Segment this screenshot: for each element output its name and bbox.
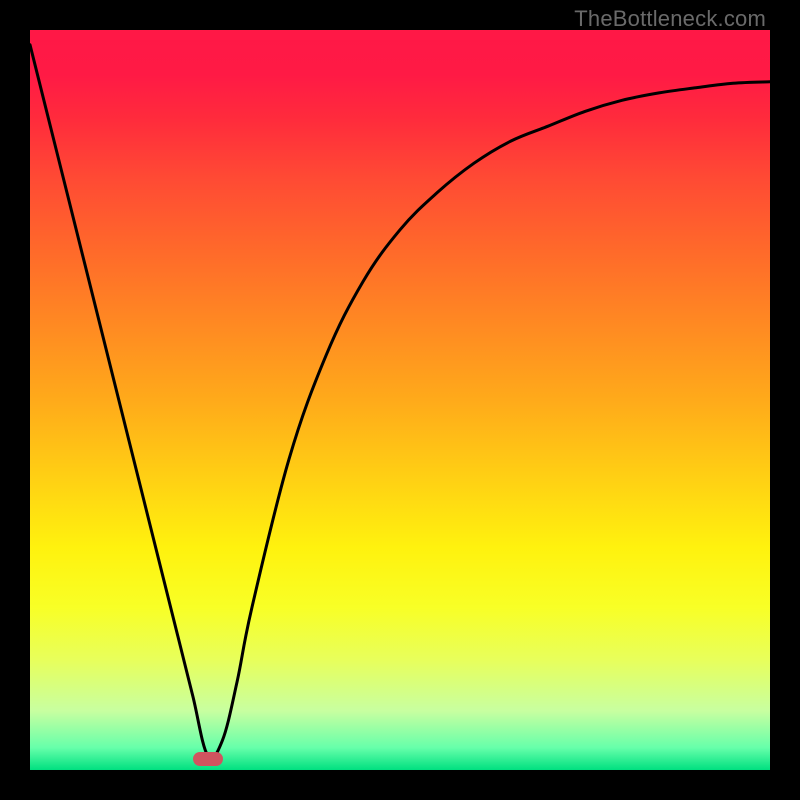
chart-frame: TheBottleneck.com xyxy=(0,0,800,800)
plot-area xyxy=(30,30,770,770)
bottleneck-curve xyxy=(30,45,770,758)
watermark-text: TheBottleneck.com xyxy=(574,6,766,32)
optimal-point-marker xyxy=(193,752,223,766)
curve-svg xyxy=(30,30,770,770)
